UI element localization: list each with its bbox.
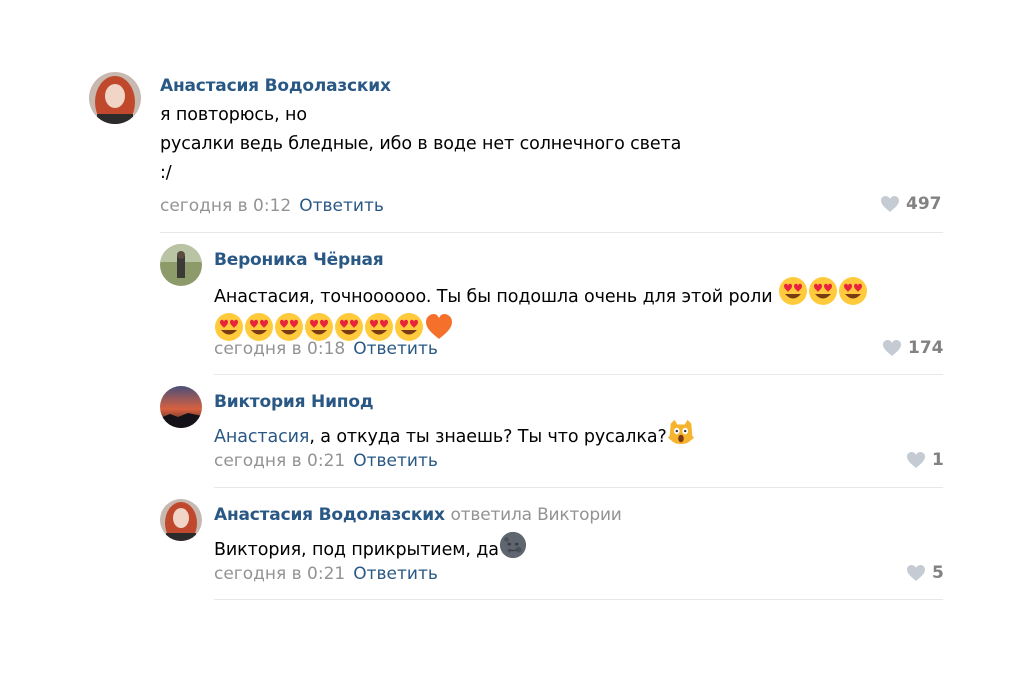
comment-meta: сегодня в 0:21 Ответить [214, 564, 438, 584]
divider [214, 599, 943, 600]
heart-icon [880, 195, 900, 213]
divider [214, 487, 943, 488]
heart-eyes-emoji [304, 312, 334, 342]
like-button[interactable]: 5 [906, 563, 944, 583]
mention-link[interactable]: Анастасия [214, 427, 309, 447]
comment-text: я повторюсь, но русалки ведь бледные, иб… [160, 101, 681, 188]
comment-text-body: Анастасия, точнoooooo. Ты бы подошла оче… [214, 287, 773, 307]
new-moon-face-emoji [499, 531, 527, 559]
comment-author[interactable]: Анастасия Водолазских ответила Виктории [214, 505, 622, 525]
comment-author[interactable]: Виктория Нипод [214, 392, 374, 412]
replied-to-link[interactable]: ответила Виктории [450, 505, 621, 525]
heart-eyes-emoji [838, 276, 868, 306]
avatar[interactable] [160, 386, 202, 428]
heart-eyes-emoji [394, 312, 424, 342]
heart-icon [906, 451, 926, 469]
heart-eyes-emoji [244, 312, 274, 342]
avatar[interactable] [160, 244, 202, 286]
comment-meta: сегодня в 0:18 Ответить [214, 339, 438, 359]
heart-eyes-emoji [778, 276, 808, 306]
like-count: 497 [906, 194, 942, 214]
comment-text: Анастасия, а откуда ты знаешь? Ты что ру… [214, 418, 695, 452]
comment-author-name[interactable]: Анастасия Водолазских [214, 505, 445, 525]
like-button[interactable]: 497 [880, 194, 942, 214]
comment-author[interactable]: Анастасия Водолазских [160, 76, 391, 96]
comment-time[interactable]: сегодня в 0:21 [214, 564, 345, 584]
comment-text-body: , а откуда ты знаешь? Ты что русалка? [309, 427, 667, 447]
avatar[interactable] [160, 499, 202, 541]
divider [160, 232, 943, 233]
like-button[interactable]: 174 [882, 338, 944, 358]
comment-meta: сегодня в 0:12 Ответить [160, 196, 384, 216]
reply-button[interactable]: Ответить [353, 564, 438, 584]
heart-eyes-emoji [274, 312, 304, 342]
heart-icon [906, 564, 926, 582]
comment-author[interactable]: Вероника Чёрная [214, 250, 384, 270]
heart-eyes-emoji [808, 276, 838, 306]
divider [214, 374, 943, 375]
like-count: 5 [932, 563, 944, 583]
reply-button[interactable]: Ответить [299, 196, 384, 216]
comment-time[interactable]: сегодня в 0:18 [214, 339, 345, 359]
comment-time[interactable]: сегодня в 0:12 [160, 196, 291, 216]
comment-text-line: русалки ведь бледные, ибо в воде нет сол… [160, 134, 682, 154]
heart-icon [882, 339, 902, 357]
heart-eyes-emoji [364, 312, 394, 342]
comment-text-body: Виктория, под прикрытием, да [214, 540, 499, 560]
orange-heart-emoji [424, 312, 454, 342]
heart-eyes-emoji [334, 312, 364, 342]
heart-eyes-emoji [214, 312, 244, 342]
avatar[interactable] [89, 72, 141, 124]
comment-text: Виктория, под прикрытием, да [214, 531, 527, 565]
reply-button[interactable]: Ответить [353, 339, 438, 359]
like-button[interactable]: 1 [906, 450, 944, 470]
comment-time[interactable]: сегодня в 0:21 [214, 451, 345, 471]
like-count: 1 [932, 450, 944, 470]
like-count: 174 [908, 338, 944, 358]
comment-text-line: :/ [160, 163, 172, 183]
comment-text-line: я повторюсь, но [160, 105, 308, 125]
scream-cat-emoji [667, 418, 695, 446]
comment-meta: сегодня в 0:21 Ответить [214, 451, 438, 471]
comment-text: Анастасия, точнoooooo. Ты бы подошла оче… [214, 276, 868, 348]
reply-button[interactable]: Ответить [353, 451, 438, 471]
